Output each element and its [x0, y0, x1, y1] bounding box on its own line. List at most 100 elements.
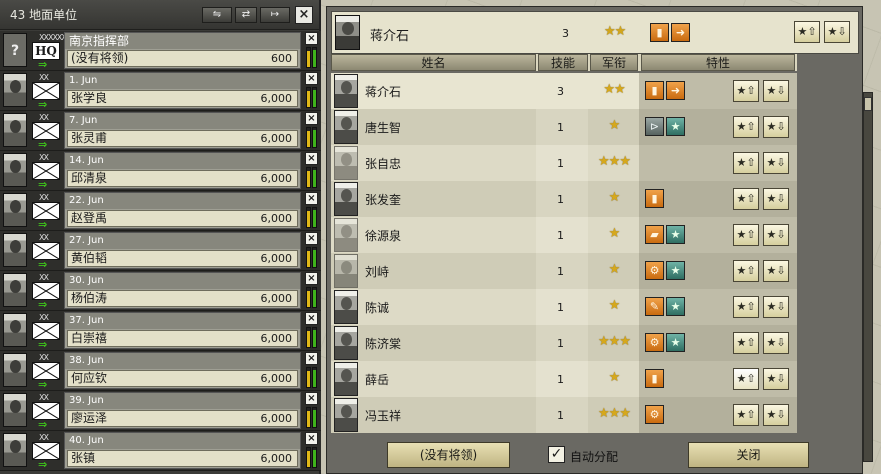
sort-units-button[interactable]: ⇋ [202, 6, 232, 23]
move-arrow-icon: ⇒ [38, 138, 48, 151]
leader-rank-buttons: ★⇧ ★⇩ [733, 224, 789, 246]
leader-rank-stars: ★ [608, 298, 621, 313]
unit-name-field: 黄伯韬 6,000 [67, 250, 298, 267]
leader-traits: ⚙ ★ [645, 261, 685, 280]
no-leader-button[interactable]: (没有将领) [387, 442, 510, 468]
strength-bar [312, 207, 317, 228]
unit-status-bars [306, 367, 319, 388]
cell-bg [331, 181, 536, 217]
move-arrow-icon: ⇒ [38, 458, 48, 471]
promote-button[interactable]: ★⇧ [733, 404, 759, 426]
column-header-traits[interactable]: 特性 [641, 54, 795, 71]
promote-button[interactable]: ★⇧ [733, 368, 759, 390]
swap-units-button[interactable]: ⇄ [235, 6, 257, 23]
demote-button[interactable]: ★⇩ [763, 80, 789, 102]
leader-row-2[interactable]: 唐生智 1 ★ ⊳ ★ ★⇧ ★⇩ [331, 109, 797, 145]
promote-button[interactable]: ★⇧ [733, 260, 759, 282]
leader-row-8[interactable]: 陈济棠 1 ★★★ ⚙ ★ ★⇧ ★⇩ [331, 325, 797, 361]
close-panel-button[interactable]: × [295, 5, 313, 24]
leader-portrait [334, 146, 358, 180]
promote-button[interactable]: ★⇧ [733, 224, 759, 246]
move-arrow-icon: ⇒ [38, 298, 48, 311]
remove-unit-button[interactable]: × [305, 272, 318, 285]
unit-side-controls: × [305, 232, 319, 269]
unit-info: 22. Jun 赵登禹 6,000 [64, 192, 301, 229]
demote-button[interactable]: ★⇩ [763, 368, 789, 390]
demote-button[interactable]: ★⇩ [763, 296, 789, 318]
close-button[interactable]: 关闭 [688, 442, 809, 468]
cell-bg [331, 217, 536, 253]
leader-row-3[interactable]: 张自忠 1 ★★★ ★⇧ ★⇩ [331, 145, 797, 181]
division-size-marker: XX [39, 193, 49, 202]
unit-row-10[interactable]: XX ⇒ 40. Jun 张镇 6,000 × [0, 431, 321, 471]
promote-button[interactable]: ★⇧ [733, 80, 759, 102]
leader-row-7[interactable]: 陈诚 1 ★ ✎ ★ ★⇧ ★⇩ [331, 289, 797, 325]
division-size-marker: XX [39, 313, 49, 322]
demote-button[interactable]: ★⇩ [763, 188, 789, 210]
unit-row-7[interactable]: XX ⇒ 37. Jun 白崇禧 6,000 × [0, 311, 321, 351]
leader-row-9[interactable]: 薛岳 1 ★ ▮ ★⇧ ★⇩ [331, 361, 797, 397]
remove-unit-button[interactable]: × [305, 312, 318, 325]
leader-row-4[interactable]: 张发奎 1 ★ ▮ ★⇧ ★⇩ [331, 181, 797, 217]
column-header-name[interactable]: 姓名 [331, 54, 536, 71]
auto-assign-checkbox[interactable]: ✓ [548, 446, 565, 463]
remove-unit-button[interactable]: × [305, 352, 318, 365]
promote-button[interactable]: ★⇧ [794, 21, 820, 43]
column-header-rank[interactable]: 军衔 [590, 54, 638, 71]
promote-button[interactable]: ★⇧ [733, 188, 759, 210]
unit-row-1[interactable]: XX ⇒ 1. Jun 张学良 6,000 × [0, 71, 321, 111]
remove-unit-button[interactable]: × [305, 432, 318, 445]
merge-units-button[interactable]: ↦ [260, 6, 290, 23]
scrollbar-thumb[interactable] [864, 97, 872, 111]
unit-row-3[interactable]: XX ⇒ 14. Jun 邱清泉 6,000 × [0, 151, 321, 191]
unit-strength: 6,000 [260, 172, 293, 185]
leader-row-6[interactable]: 刘峙 1 ★ ⚙ ★ ★⇧ ★⇩ [331, 253, 797, 289]
trait-icon: ▮ [645, 81, 664, 100]
unit-row-6[interactable]: XX ⇒ 30. Jun 杨伯涛 6,000 × [0, 271, 321, 311]
column-header-skill[interactable]: 技能 [538, 54, 588, 71]
remove-unit-button[interactable]: × [305, 32, 318, 45]
remove-unit-button[interactable]: × [305, 192, 318, 205]
unit-row-4[interactable]: XX ⇒ 22. Jun 赵登禹 6,000 × [0, 191, 321, 231]
unit-commander-name: 张灵甫 [71, 131, 108, 145]
demote-button[interactable]: ★⇩ [763, 224, 789, 246]
leader-traits: ⚙ ★ [645, 333, 685, 352]
unit-side-controls: × [305, 432, 319, 469]
leader-traits: ▮ [645, 369, 664, 388]
unit-row-8[interactable]: XX ⇒ 38. Jun 何应钦 6,000 × [0, 351, 321, 391]
organization-bar [306, 367, 311, 388]
unit-row-9[interactable]: XX ⇒ 39. Jun 廖运泽 6,000 × [0, 391, 321, 431]
strength-bar [312, 47, 317, 68]
promote-button[interactable]: ★⇧ [733, 296, 759, 318]
demote-button[interactable]: ★⇩ [763, 152, 789, 174]
unit-name-field: 张镇 6,000 [67, 450, 298, 467]
remove-unit-button[interactable]: × [305, 112, 318, 125]
remove-unit-button[interactable]: × [305, 232, 318, 245]
promote-button[interactable]: ★⇧ [733, 332, 759, 354]
leader-row-10[interactable]: 冯玉祥 1 ★★★ ⚙ ★⇧ ★⇩ [331, 397, 797, 433]
promote-button[interactable]: ★⇧ [733, 152, 759, 174]
division-size-marker: XX [39, 153, 49, 162]
remove-unit-button[interactable]: × [305, 392, 318, 405]
division-size-marker: XX [39, 113, 49, 122]
promote-button[interactable]: ★⇧ [733, 116, 759, 138]
leader-list-scrollbar[interactable] [863, 92, 873, 462]
demote-button[interactable]: ★⇩ [824, 21, 850, 43]
commander-portrait [3, 113, 27, 147]
unit-row-2[interactable]: XX ⇒ 7. Jun 张灵甫 6,000 × [0, 111, 321, 151]
current-leader-skill: 3 [562, 27, 569, 40]
demote-button[interactable]: ★⇩ [763, 260, 789, 282]
unit-row-hq[interactable]: ? XXXXXX HQ ⇒ 南京指挥部 (没有将领) 600 × [0, 31, 321, 71]
unit-row-5[interactable]: XX ⇒ 27. Jun 黄伯韬 6,000 × [0, 231, 321, 271]
unit-name-field: 邱清泉 6,000 [67, 170, 298, 187]
demote-button[interactable]: ★⇩ [763, 404, 789, 426]
demote-button[interactable]: ★⇩ [763, 332, 789, 354]
strength-bar [312, 127, 317, 148]
remove-unit-button[interactable]: × [305, 152, 318, 165]
leader-skill: 1 [557, 409, 564, 422]
demote-button[interactable]: ★⇩ [763, 116, 789, 138]
organization-bar [306, 447, 311, 468]
leader-row-5[interactable]: 徐源泉 1 ★ ▰ ★ ★⇧ ★⇩ [331, 217, 797, 253]
leader-row-1[interactable]: 蒋介石 3 ★★ ▮ ➜ ★⇧ ★⇩ [331, 73, 797, 109]
remove-unit-button[interactable]: × [305, 72, 318, 85]
